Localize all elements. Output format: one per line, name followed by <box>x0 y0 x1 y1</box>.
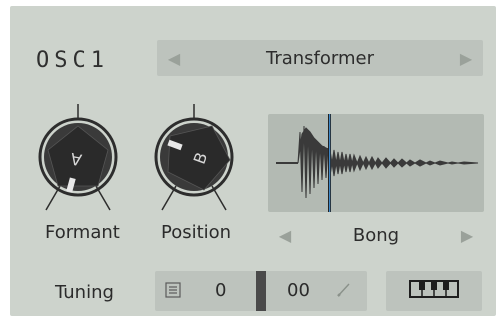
formant-label: Formant <box>45 222 120 243</box>
triangle-right-icon: ▶ <box>460 225 474 245</box>
next-wavetable-button[interactable]: ▶ <box>451 40 481 76</box>
tuning-divider <box>256 271 266 311</box>
list-icon[interactable] <box>165 282 181 298</box>
triangle-left-icon: ◀ <box>167 48 181 68</box>
next-sample-button[interactable]: ▶ <box>452 218 482 252</box>
position-label: Position <box>161 222 232 243</box>
wavetable-name: Transformer <box>265 47 374 69</box>
keyboard-button[interactable] <box>386 271 482 311</box>
tuning-field[interactable]: 0 00 <box>155 271 367 311</box>
cents-value[interactable]: 00 <box>287 280 310 301</box>
pencil-icon[interactable] <box>335 281 353 299</box>
triangle-left-icon: ◀ <box>278 225 292 245</box>
wavetable-selector[interactable]: ◀ Transformer ▶ <box>157 40 483 76</box>
prev-wavetable-button[interactable]: ◀ <box>159 40 189 76</box>
sample-name: Bong <box>352 224 400 246</box>
piano-keyboard-icon <box>409 280 459 302</box>
triangle-right-icon: ▶ <box>459 48 473 68</box>
semitone-value[interactable]: 0 <box>215 280 226 301</box>
sample-selector[interactable]: ◀ Bong ▶ <box>268 218 484 252</box>
sample-waveform-display[interactable] <box>268 114 484 212</box>
formant-knob[interactable]: A <box>30 102 126 216</box>
oscillator-title: OSC1 <box>36 48 109 73</box>
position-knob[interactable]: B <box>146 102 242 216</box>
tuning-label: Tuning <box>55 282 114 303</box>
prev-sample-button[interactable]: ◀ <box>270 218 300 252</box>
